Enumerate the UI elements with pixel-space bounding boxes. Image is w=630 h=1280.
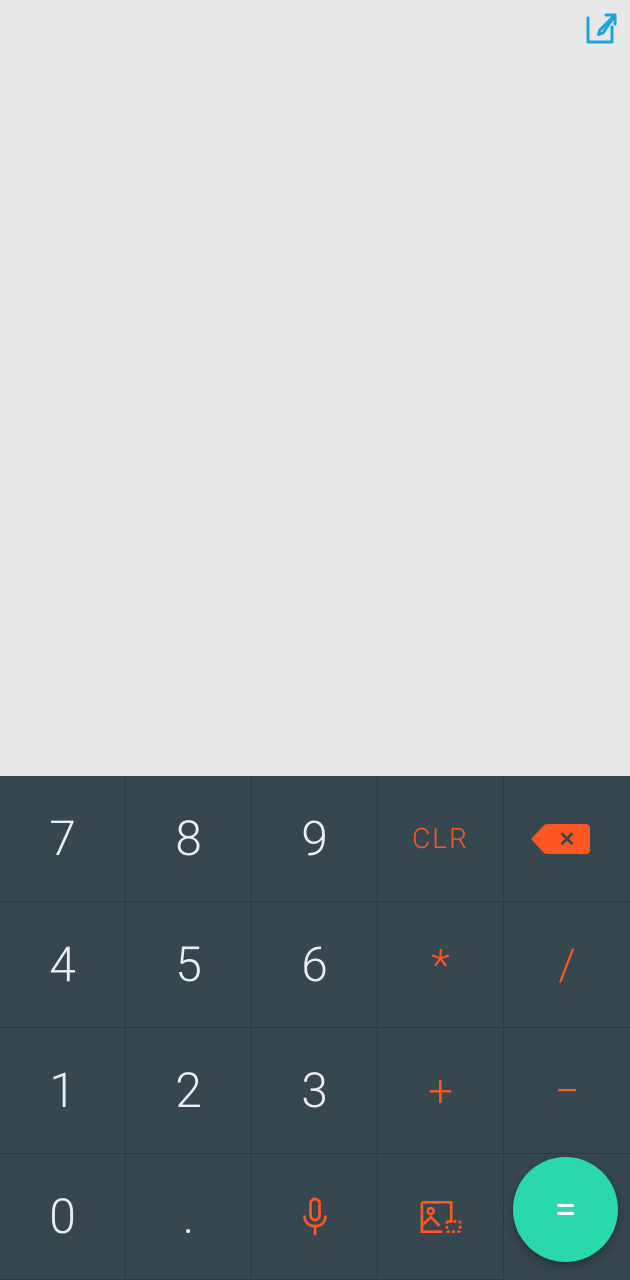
key-clear[interactable]: CLR bbox=[378, 776, 504, 902]
key-8[interactable]: 8 bbox=[126, 776, 252, 902]
key-9[interactable]: 9 bbox=[252, 776, 378, 902]
key-4[interactable]: 4 bbox=[0, 902, 126, 1028]
key-1[interactable]: 1 bbox=[0, 1028, 126, 1154]
mic-icon bbox=[297, 1195, 333, 1239]
key-6[interactable]: 6 bbox=[252, 902, 378, 1028]
equals-button[interactable]: = bbox=[513, 1157, 618, 1262]
key-divide[interactable]: / bbox=[504, 902, 630, 1028]
key-3[interactable]: 3 bbox=[252, 1028, 378, 1154]
backspace-icon: ✕ bbox=[544, 824, 590, 854]
key-0[interactable]: 0 bbox=[0, 1154, 126, 1280]
edit-button[interactable] bbox=[580, 10, 620, 50]
key-7[interactable]: 7 bbox=[0, 776, 126, 902]
key-5[interactable]: 5 bbox=[126, 902, 252, 1028]
key-backspace[interactable]: ✕ bbox=[504, 776, 630, 902]
key-voice[interactable] bbox=[252, 1154, 378, 1280]
key-multiply[interactable]: * bbox=[378, 902, 504, 1028]
key-image[interactable] bbox=[378, 1154, 504, 1280]
edit-icon bbox=[582, 12, 618, 48]
key-minus[interactable]: − bbox=[504, 1028, 630, 1154]
key-2[interactable]: 2 bbox=[126, 1028, 252, 1154]
display-area bbox=[0, 0, 630, 776]
equals-label: = bbox=[555, 1186, 577, 1233]
image-icon bbox=[419, 1199, 463, 1235]
key-plus[interactable]: + bbox=[378, 1028, 504, 1154]
key-decimal[interactable]: . bbox=[126, 1154, 252, 1280]
